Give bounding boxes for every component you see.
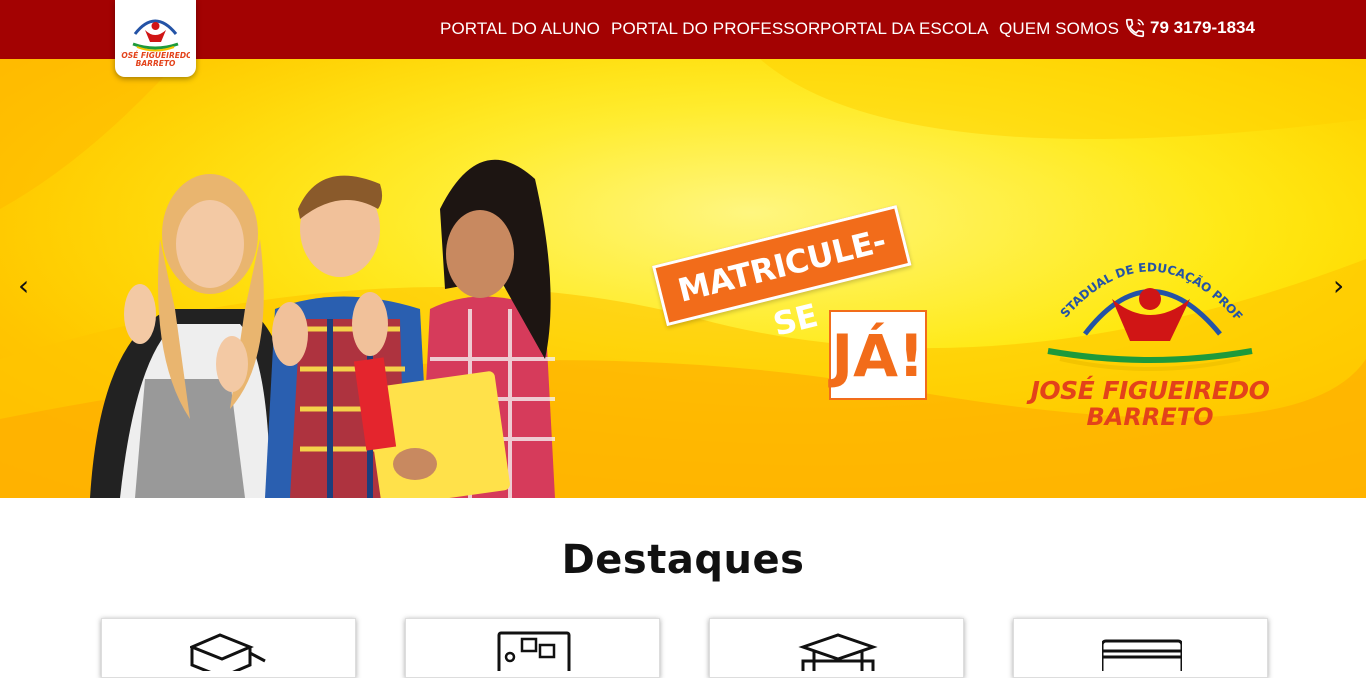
site-logo[interactable]: JOSÉ FIGUEIREDO BARRETO <box>115 0 196 77</box>
highlight-card-1[interactable] <box>101 618 356 678</box>
logo-name-line2: BARRETO <box>136 59 176 68</box>
books-icon <box>190 633 266 671</box>
hero-logo-name-line1: JOSÉ FIGUEIREDO <box>1030 376 1270 405</box>
hero-logo-name-line2: BARRETO <box>1086 403 1214 431</box>
promo-ja-box: JÁ! <box>829 310 927 400</box>
svg-text:CENTRO ESTADUAL DE EDUCAÇÃO PR: CENTRO ESTADUAL DE EDUCAÇÃO PROFISSIONAL <box>1030 239 1245 323</box>
top-navbar: PORTAL DO ALUNO PORTAL DO PROFESSOR PORT… <box>0 0 1366 59</box>
promo-ja-text: JÁ! <box>831 322 925 390</box>
hero-carousel: ‹ › MATRICULE-SE JÁ! CENTRO ESTADUAL DE … <box>0 59 1366 498</box>
hero-logo-emblem-icon: CENTRO ESTADUAL DE EDUCAÇÃO PROFISSIONAL <box>1025 228 1253 371</box>
graduation-cap-icon <box>798 633 878 671</box>
carousel-next-arrow[interactable]: › <box>1333 269 1344 302</box>
phone-number: 79 3179-1834 <box>1150 18 1255 37</box>
highlight-card-2[interactable] <box>405 618 660 678</box>
hero-school-logo: CENTRO ESTADUAL DE EDUCAÇÃO PROFISSIONAL… <box>1025 228 1270 439</box>
highlight-card-4[interactable] <box>1013 618 1268 678</box>
school-logo-icon: JOSÉ FIGUEIREDO BARRETO <box>121 19 190 68</box>
phone-icon <box>1125 18 1145 38</box>
hero-logo-arc-text: CENTRO ESTADUAL DE EDUCAÇÃO PROFISSIONAL <box>1025 228 1245 323</box>
nav-portal-aluno[interactable]: PORTAL DO ALUNO <box>440 19 600 39</box>
phone-contact[interactable]: 79 3179-1834 <box>1124 17 1255 39</box>
bulletin-board-icon <box>497 631 571 671</box>
carousel-prev-arrow[interactable]: ‹ <box>18 269 29 302</box>
nav-quem-somos[interactable]: QUEM SOMOS <box>999 19 1119 39</box>
card-icon <box>1102 639 1182 671</box>
highlight-card-3[interactable] <box>709 618 964 678</box>
section-title: Destaques <box>561 537 805 583</box>
nav-portal-professor[interactable]: PORTAL DO PROFESSOR <box>611 19 820 39</box>
nav-portal-escola[interactable]: PORTAL DA ESCOLA <box>820 19 989 39</box>
